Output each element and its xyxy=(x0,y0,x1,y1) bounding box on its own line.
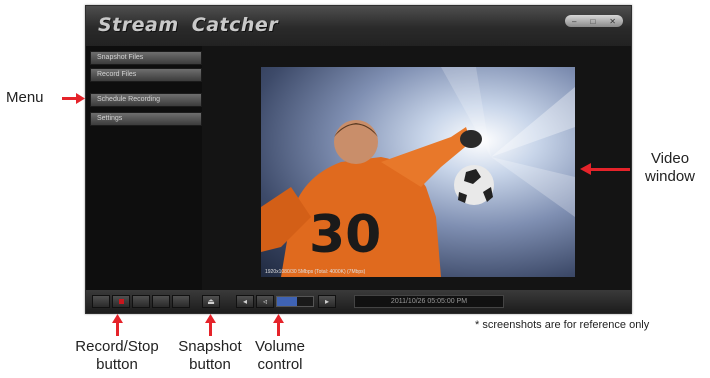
arrow-head-icon xyxy=(205,314,216,323)
volume-slider[interactable] xyxy=(276,296,314,307)
jersey-number: 30 xyxy=(309,205,381,265)
menu-item-snapshot-files[interactable]: Snapshot Files xyxy=(90,51,202,65)
annotation-record-line-1: Record/Stop xyxy=(75,338,159,355)
control-button-blank[interactable] xyxy=(172,295,190,308)
speaker-icon: ◃ xyxy=(262,297,267,306)
annotation-video-line-1: Video xyxy=(650,150,690,167)
minimize-icon[interactable]: – xyxy=(572,17,576,26)
annotation-snapshot-line-2: button xyxy=(189,356,231,373)
annotation-volume-label: Volume control xyxy=(248,338,312,374)
sidebar-menu: Snapshot Files Record Files Schedule Rec… xyxy=(86,46,202,290)
annotation-volume-line-1: Volume xyxy=(254,338,306,355)
volume-down-button[interactable]: ◂ xyxy=(236,295,254,308)
annotation-record-line-2: button xyxy=(96,356,138,373)
annotation-video-window-label: Video window xyxy=(640,150,700,186)
menu-item-record-files[interactable]: Record Files xyxy=(90,68,202,82)
arrow-head-icon xyxy=(273,314,284,323)
annotation-video-line-2: window xyxy=(644,168,696,185)
record-square-icon xyxy=(118,299,124,304)
annotation-menu-label: Menu xyxy=(6,89,44,106)
annotation-arrow-record xyxy=(116,322,119,336)
annotation-record-label: Record/Stop button xyxy=(54,338,180,374)
app-title: Stream Catcher xyxy=(98,14,279,36)
arrow-head-icon xyxy=(112,314,123,323)
annotation-arrow-volume xyxy=(277,322,280,336)
mute-button[interactable]: ◃ xyxy=(256,295,274,308)
control-button-blank[interactable] xyxy=(92,295,110,308)
title-bar[interactable]: Stream Catcher – □ ✕ xyxy=(86,6,631,46)
menu-item-schedule-recording[interactable]: Schedule Recording xyxy=(90,93,202,107)
timestamp-display: 2011/10/26 05:05:00 PM xyxy=(354,295,504,308)
annotation-arrow-snapshot xyxy=(209,322,212,336)
annotation-snapshot-line-1: Snapshot xyxy=(178,338,242,355)
annotation-snapshot-label: Snapshot button xyxy=(168,338,252,374)
speaker-icon: ▸ xyxy=(324,297,329,306)
annotation-arrow-video xyxy=(590,168,630,171)
camera-icon: ⏏ xyxy=(207,297,215,306)
volume-level-fill xyxy=(277,297,297,306)
maximize-icon[interactable]: □ xyxy=(590,17,595,26)
window-controls: – □ ✕ xyxy=(565,15,623,27)
control-bar: ⏏ ◂ ◃ ▸ 2011/10/26 05:05:00 PM xyxy=(86,290,631,313)
speaker-icon: ◂ xyxy=(242,297,247,306)
arrow-head-icon xyxy=(580,163,591,175)
snapshot-button[interactable]: ⏏ xyxy=(202,295,220,308)
reference-note: * screenshots are for reference only xyxy=(475,319,650,331)
menu-item-settings[interactable]: Settings xyxy=(90,112,202,126)
volume-up-button[interactable]: ▸ xyxy=(318,295,336,308)
control-button-blank[interactable] xyxy=(152,295,170,308)
control-button-blank[interactable] xyxy=(132,295,150,308)
video-window[interactable]: 30 1920x1080/30 5Mbps (Total: 4000K) (7M… xyxy=(261,67,575,277)
app-window: Stream Catcher – □ ✕ Snapshot Files Reco… xyxy=(85,5,632,314)
arrow-head-icon xyxy=(76,93,85,104)
annotation-volume-line-2: control xyxy=(257,356,303,373)
video-frame-image: 30 xyxy=(261,67,575,277)
close-icon[interactable]: ✕ xyxy=(609,17,616,26)
video-status-caption: 1920x1080/30 5Mbps (Total: 4000K) (7Mbps… xyxy=(265,269,366,275)
record-stop-button[interactable] xyxy=(112,295,130,308)
